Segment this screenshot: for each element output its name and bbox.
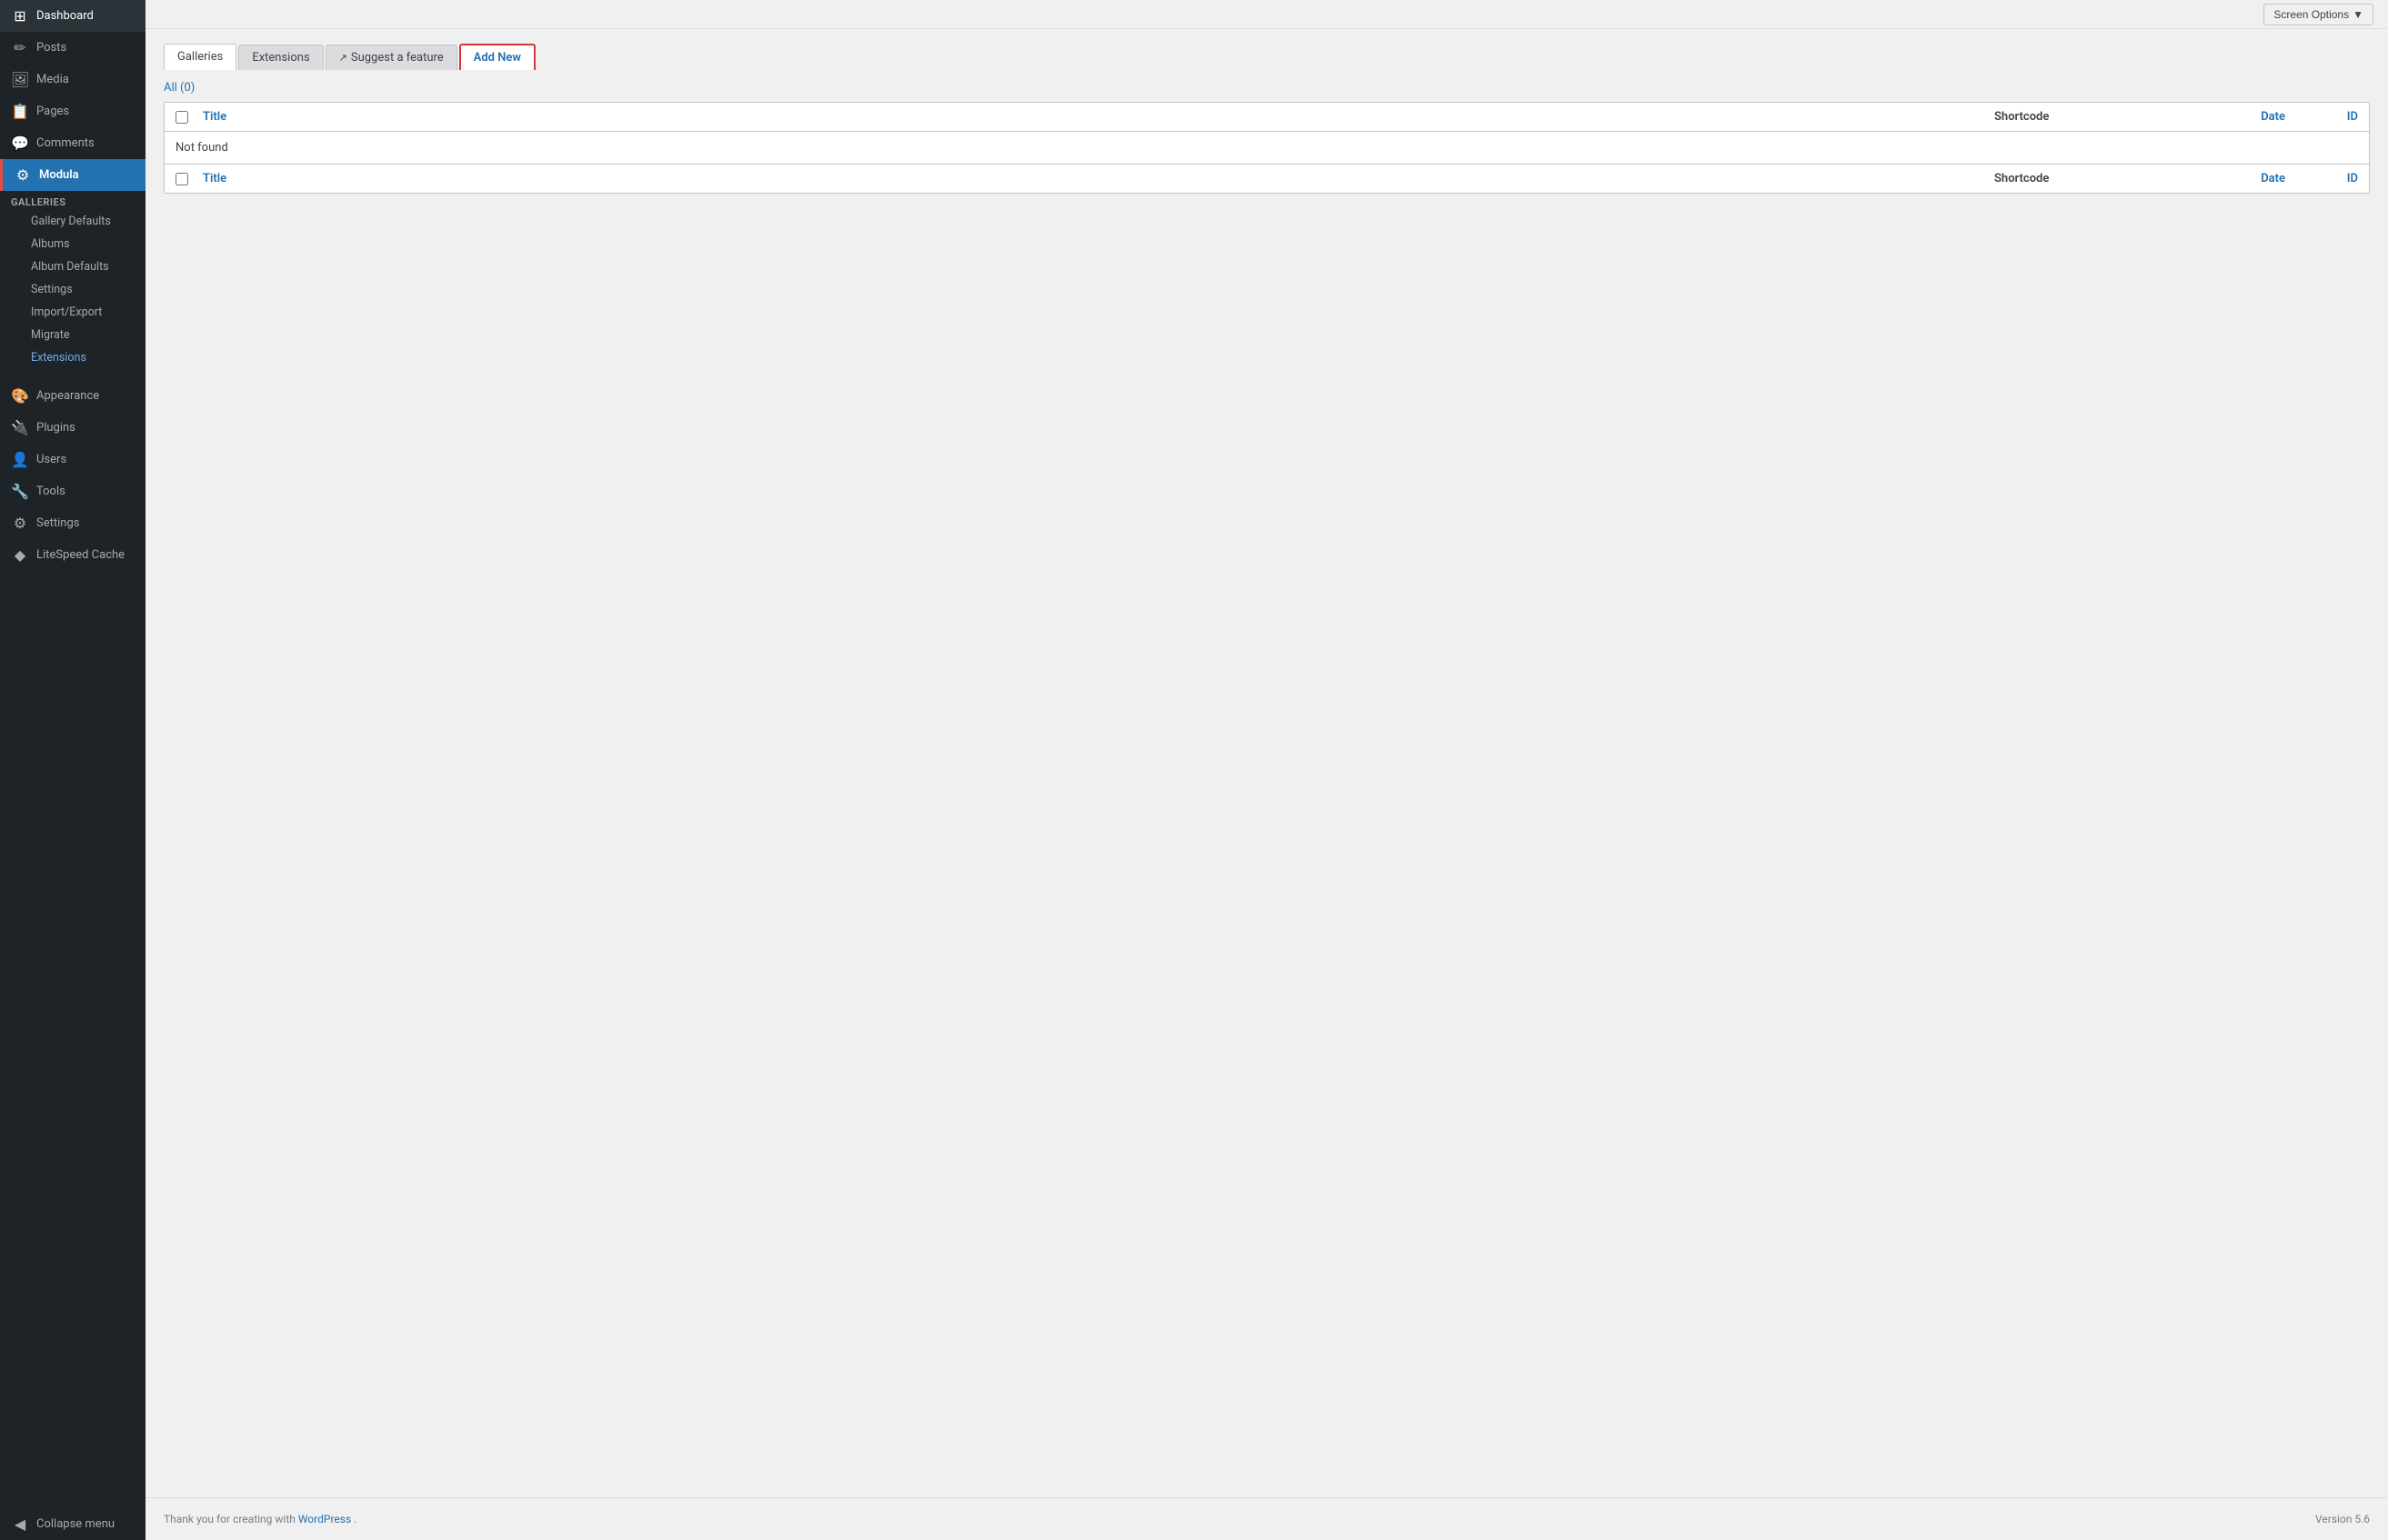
sidebar-item-label: Settings bbox=[36, 516, 79, 530]
sidebar-item-label: Pages bbox=[36, 105, 69, 118]
sidebar-item-label: Users bbox=[36, 453, 66, 466]
sidebar-item-media[interactable]: 🖼 Media bbox=[0, 64, 145, 95]
tab-galleries[interactable]: Galleries bbox=[164, 44, 236, 70]
tab-extensions[interactable]: Extensions bbox=[238, 45, 323, 70]
sidebar-item-settings[interactable]: ⚙ Settings bbox=[0, 507, 145, 539]
sidebar-item-label: LiteSpeed Cache bbox=[36, 548, 125, 562]
content-area: Galleries Extensions ↗ Suggest a feature… bbox=[145, 29, 2388, 1497]
footer-column-date[interactable]: Date bbox=[2176, 172, 2285, 185]
footer-select-all-checkbox[interactable] bbox=[176, 173, 188, 185]
sidebar-item-dashboard[interactable]: ⊞ Dashboard bbox=[0, 0, 145, 32]
screen-options-button[interactable]: Screen Options ▼ bbox=[2263, 4, 2373, 25]
sidebar-item-label: Dashboard bbox=[36, 9, 94, 23]
submenu-item-import-export[interactable]: Import/Export bbox=[0, 301, 145, 324]
footer-column-title[interactable]: Title bbox=[203, 172, 1994, 185]
table-header-row: Title Shortcode Date ID bbox=[165, 103, 2369, 132]
column-header-shortcode: Shortcode bbox=[1994, 110, 2176, 124]
column-header-title[interactable]: Title bbox=[203, 110, 1994, 124]
sidebar-item-label: Posts bbox=[36, 41, 66, 55]
sidebar: ⊞ Dashboard ✏ Posts 🖼 Media 📋 Pages 💬 Co… bbox=[0, 0, 145, 1540]
sidebar-item-plugins[interactable]: 🔌 Plugins bbox=[0, 412, 145, 444]
modula-icon: ⚙ bbox=[14, 166, 32, 184]
screen-options-label: Screen Options bbox=[2273, 8, 2349, 21]
litespeed-icon: ◆ bbox=[11, 546, 29, 564]
footer-version: Version 5.6 bbox=[2315, 1513, 2370, 1525]
filter-all-count: (0) bbox=[180, 81, 195, 95]
modula-submenu: Galleries Gallery Defaults Albums Album … bbox=[0, 191, 145, 373]
sidebar-item-label: Comments bbox=[36, 136, 95, 150]
topbar: Screen Options ▼ bbox=[145, 0, 2388, 29]
screen-options-arrow: ▼ bbox=[2353, 8, 2363, 21]
sidebar-item-label: Modula bbox=[39, 168, 79, 182]
plugins-icon: 🔌 bbox=[11, 419, 29, 436]
tab-extensions-label: Extensions bbox=[252, 51, 309, 65]
sidebar-item-label: Media bbox=[36, 73, 69, 86]
submenu-item-migrate[interactable]: Migrate bbox=[0, 324, 145, 346]
submenu-item-gallery-defaults[interactable]: Gallery Defaults bbox=[0, 210, 145, 233]
users-icon: 👤 bbox=[11, 451, 29, 468]
tab-galleries-label: Galleries bbox=[177, 50, 223, 64]
sidebar-item-posts[interactable]: ✏ Posts bbox=[0, 32, 145, 64]
sidebar-item-pages[interactable]: 📋 Pages bbox=[0, 95, 145, 127]
submenu-item-settings[interactable]: Settings bbox=[0, 278, 145, 301]
column-header-id[interactable]: ID bbox=[2285, 110, 2358, 124]
submenu-item-album-defaults[interactable]: Album Defaults bbox=[0, 255, 145, 278]
not-found-message: Not found bbox=[165, 132, 2369, 165]
tab-suggest-label: Suggest a feature bbox=[351, 51, 444, 65]
footer-thank-you-text: Thank you for creating with bbox=[164, 1513, 296, 1525]
sidebar-item-users[interactable]: 👤 Users bbox=[0, 444, 145, 475]
sidebar-item-modula[interactable]: ⚙ Modula bbox=[0, 159, 145, 191]
tab-add-new-label: Add New bbox=[474, 51, 521, 65]
collapse-label: Collapse menu bbox=[36, 1517, 115, 1531]
select-all-checkbox[interactable] bbox=[176, 111, 188, 124]
submenu-section-galleries: Galleries bbox=[0, 191, 145, 210]
tabs-bar: Galleries Extensions ↗ Suggest a feature… bbox=[164, 44, 2370, 70]
tab-add-new[interactable]: Add New bbox=[459, 44, 536, 70]
page-footer: Thank you for creating with WordPress . … bbox=[145, 1497, 2388, 1540]
comments-icon: 💬 bbox=[11, 135, 29, 152]
sidebar-item-label: Plugins bbox=[36, 421, 75, 435]
header-checkbox-cell bbox=[176, 110, 203, 124]
media-icon: 🖼 bbox=[11, 71, 29, 88]
footer-column-id[interactable]: ID bbox=[2285, 172, 2358, 185]
footer-checkbox-cell bbox=[176, 172, 203, 185]
sidebar-item-tools[interactable]: 🔧 Tools bbox=[0, 475, 145, 507]
sidebar-collapse-btn[interactable]: ◀ Collapse menu bbox=[0, 1505, 145, 1540]
sidebar-item-label: Tools bbox=[36, 485, 65, 498]
filter-all-label: All bbox=[164, 81, 177, 95]
posts-icon: ✏ bbox=[11, 39, 29, 56]
settings-icon: ⚙ bbox=[11, 515, 29, 532]
sidebar-item-comments[interactable]: 💬 Comments bbox=[0, 127, 145, 159]
sidebar-item-label: Appearance bbox=[36, 389, 99, 403]
appearance-icon: 🎨 bbox=[11, 387, 29, 405]
filter-all-link[interactable]: All (0) bbox=[164, 81, 195, 95]
footer-column-shortcode: Shortcode bbox=[1994, 172, 2176, 185]
galleries-table: Title Shortcode Date ID Not found Title … bbox=[164, 102, 2370, 194]
sidebar-item-appearance[interactable]: 🎨 Appearance bbox=[0, 380, 145, 412]
tab-suggest-feature[interactable]: ↗ Suggest a feature bbox=[326, 45, 457, 70]
pages-icon: 📋 bbox=[11, 103, 29, 120]
main-content: Screen Options ▼ Galleries Extensions ↗ … bbox=[145, 0, 2388, 1540]
filter-bar: All (0) bbox=[164, 81, 2370, 95]
collapse-icon: ◀ bbox=[11, 1515, 29, 1533]
table-footer-row: Title Shortcode Date ID bbox=[165, 165, 2369, 193]
dashboard-icon: ⊞ bbox=[11, 7, 29, 25]
sidebar-item-litespeed[interactable]: ◆ LiteSpeed Cache bbox=[0, 539, 145, 571]
submenu-item-extensions[interactable]: Extensions bbox=[0, 346, 145, 369]
footer-wordpress-link[interactable]: WordPress bbox=[298, 1513, 354, 1525]
external-link-icon: ↗ bbox=[339, 52, 347, 64]
tools-icon: 🔧 bbox=[11, 483, 29, 500]
column-header-date[interactable]: Date bbox=[2176, 110, 2285, 124]
footer-credit: Thank you for creating with WordPress . bbox=[164, 1513, 356, 1525]
submenu-item-albums[interactable]: Albums bbox=[0, 233, 145, 255]
